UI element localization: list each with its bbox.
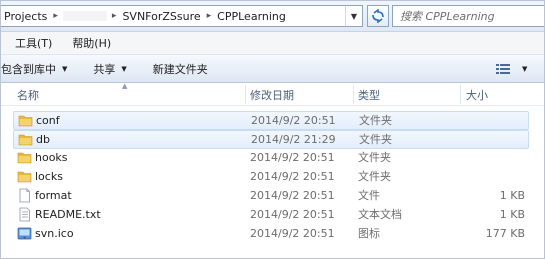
share-button[interactable]: 共享 ▼ [93, 55, 126, 83]
file-name: conf [36, 114, 60, 127]
file-name: hooks [35, 151, 68, 164]
chevron-down-icon: ▼ [62, 64, 68, 73]
column-header-name[interactable]: 名称 [17, 83, 245, 106]
include-in-library-button[interactable]: 包含到库中 ▼ [1, 55, 67, 83]
search-input[interactable] [393, 9, 543, 23]
file-date: 2014/9/2 20:51 [250, 208, 335, 221]
ico-file-icon [17, 227, 32, 240]
folder-icon [18, 134, 33, 146]
column-header-date-label: 修改日期 [250, 88, 294, 102]
folder-icon [18, 115, 33, 127]
chevron-down-icon: ▼ [522, 65, 528, 73]
explorer-window: Projects ▸ ▸ SVNForZSsure ▸ CPPLearning … [0, 0, 545, 259]
new-folder-button[interactable]: 新建文件夹 [153, 55, 208, 83]
file-date: 2014/9/2 20:51 [250, 227, 335, 240]
file-name: locks [35, 170, 63, 183]
file-size: 177 KB [485, 227, 525, 240]
file-date: 2014/9/2 21:29 [251, 133, 336, 146]
file-row-hooks[interactable]: hooks 2014/9/2 20:51 文件夹 [13, 149, 529, 168]
file-type: 文件夹 [358, 151, 391, 164]
column-header-size-label: 大小 [466, 88, 488, 102]
breadcrumb-separator-icon[interactable]: ▸ [50, 11, 61, 21]
column-divider[interactable] [245, 85, 246, 104]
address-bar-row: Projects ▸ ▸ SVNForZSsure ▸ CPPLearning … [1, 1, 544, 32]
file-size: 1 KB [499, 208, 525, 221]
column-divider[interactable] [353, 85, 354, 104]
file-row-db[interactable]: db 2014/9/2 21:29 文件夹 [13, 130, 529, 149]
refresh-icon [372, 9, 384, 23]
file-row-format[interactable]: format 2014/9/2 20:51 文件 1 KB [13, 187, 529, 206]
file-type: 文本文档 [358, 208, 402, 221]
column-header-type[interactable]: 类型 [358, 83, 458, 106]
file-name: db [36, 133, 50, 146]
chevron-down-icon: ▼ [121, 64, 127, 73]
file-name: format [35, 189, 72, 202]
file-date: 2014/9/2 20:51 [251, 114, 336, 127]
address-bar[interactable]: Projects ▸ ▸ SVNForZSsure ▸ CPPLearning … [1, 5, 363, 27]
include-in-library-label: 包含到库中 [1, 62, 56, 76]
folder-icon [17, 171, 32, 183]
column-header-date[interactable]: 修改日期 [250, 83, 350, 106]
new-folder-label: 新建文件夹 [152, 62, 208, 76]
folder-icon [17, 152, 32, 164]
share-label: 共享 [93, 62, 116, 76]
breadcrumb-svnforzssure[interactable]: SVNForZSsure [119, 10, 203, 23]
file-row-svn-ico[interactable]: svn.ico 2014/9/2 20:51 图标 177 KB [13, 225, 529, 244]
address-history-dropdown-icon[interactable]: ▼ [345, 6, 362, 26]
file-date: 2014/9/2 20:51 [250, 170, 335, 183]
breadcrumb-redacted [62, 11, 107, 21]
menu-bar: 工具(T) 帮助(H) [1, 32, 544, 55]
breadcrumb-separator-icon[interactable]: ▸ [109, 11, 120, 21]
file-type: 文件夹 [359, 114, 392, 127]
menu-help[interactable]: 帮助(H) [58, 35, 117, 51]
file-type: 文件夹 [358, 170, 391, 183]
command-bar: 包含到库中 ▼ 共享 ▼ 新建文件夹 ▼ [1, 55, 544, 83]
file-size: 1 KB [499, 189, 525, 202]
file-row-conf[interactable]: conf 2014/9/2 20:51 文件夹 [13, 111, 529, 130]
file-type: 图标 [358, 227, 380, 240]
column-divider[interactable] [460, 85, 461, 104]
search-box[interactable] [392, 5, 544, 27]
change-view-button[interactable]: ▼ [496, 59, 527, 79]
text-file-icon [19, 207, 30, 222]
file-icon [19, 188, 30, 203]
column-header-name-label: 名称 [17, 88, 39, 102]
breadcrumb-cpplearning[interactable]: CPPLearning [214, 10, 289, 23]
file-type: 文件 [358, 189, 380, 202]
file-type: 文件夹 [359, 133, 392, 146]
column-header-type-label: 类型 [358, 88, 380, 102]
view-details-icon [496, 64, 510, 74]
menu-tools[interactable]: 工具(T) [1, 35, 58, 51]
breadcrumb-projects[interactable]: Projects [1, 10, 50, 23]
breadcrumb-separator-icon[interactable]: ▸ [204, 11, 215, 21]
column-header-size[interactable]: 大小 [466, 83, 536, 106]
column-header-row: ▲ 名称 修改日期 类型 大小 [1, 82, 544, 106]
file-row-readme[interactable]: README.txt 2014/9/2 20:51 文本文档 1 KB [13, 206, 529, 225]
file-date: 2014/9/2 20:51 [250, 189, 335, 202]
refresh-button[interactable] [367, 5, 389, 27]
file-row-locks[interactable]: locks 2014/9/2 20:51 文件夹 [13, 168, 529, 187]
file-date: 2014/9/2 20:51 [250, 151, 335, 164]
file-name: svn.ico [35, 227, 74, 240]
file-name: README.txt [35, 208, 101, 221]
